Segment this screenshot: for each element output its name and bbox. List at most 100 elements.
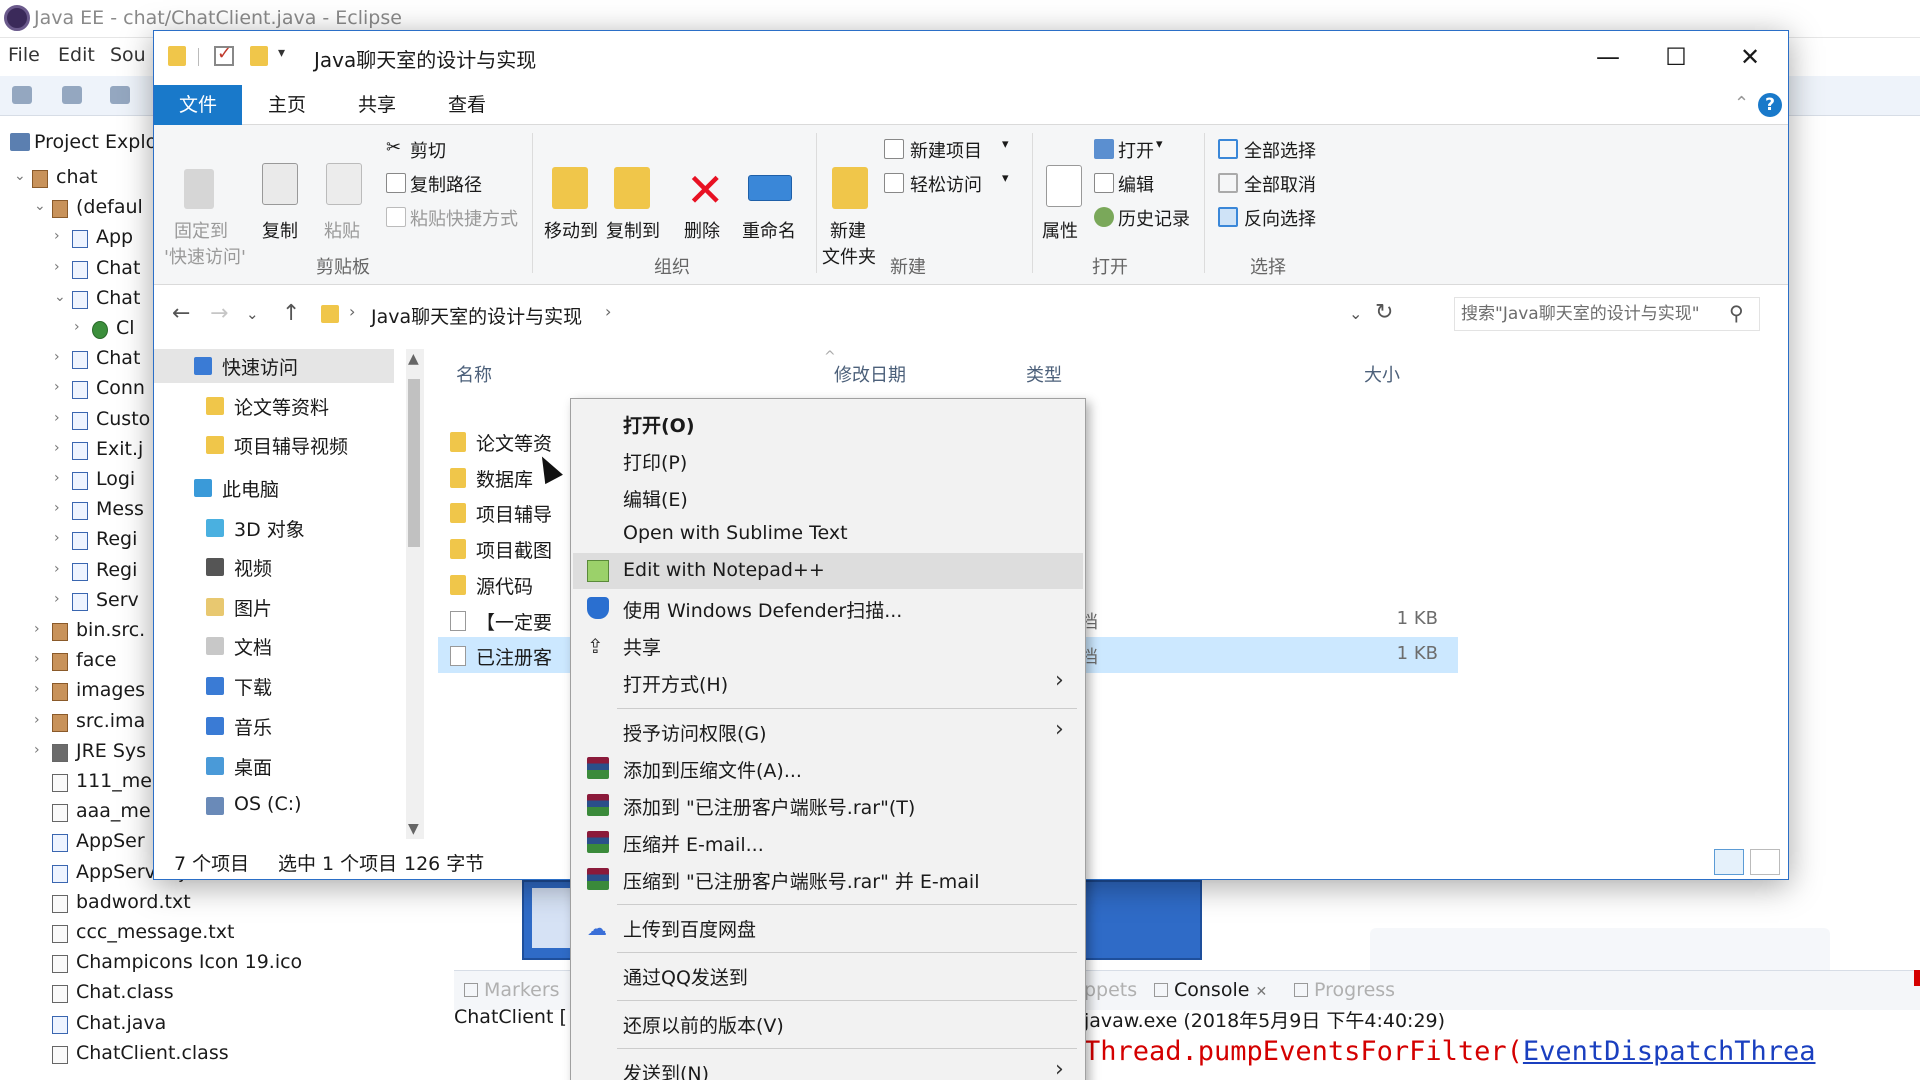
context-menu-item[interactable]: 添加到压缩文件(A)... <box>573 750 1083 786</box>
menu-source[interactable]: Sou <box>110 44 146 66</box>
context-menu-item[interactable]: 打印(P) <box>573 442 1083 478</box>
back-icon[interactable]: ← <box>172 301 190 326</box>
menu-edit[interactable]: Edit <box>58 44 95 66</box>
open-button[interactable]: 打开 <box>1118 137 1154 163</box>
column-size[interactable]: 大小 <box>1364 361 1400 387</box>
easy-access-button[interactable]: 轻松访问 <box>910 171 982 197</box>
open-dropdown-icon[interactable]: ▾ <box>1156 137 1163 152</box>
console-tab[interactable]: Console ✕ <box>1154 979 1267 1001</box>
quick-access-dropdown-icon[interactable]: ▾ <box>278 45 285 61</box>
breadcrumb-separator-icon[interactable]: › <box>349 302 355 321</box>
move-to-button[interactable]: 移动到 <box>544 217 598 243</box>
column-name[interactable]: 名称 <box>456 361 492 387</box>
tab-home[interactable]: 主页 <box>242 85 332 125</box>
context-menu-item[interactable]: 打开(O) <box>573 405 1083 441</box>
breadcrumb-separator-icon[interactable]: › <box>605 302 611 321</box>
expand-toggle-icon[interactable]: › <box>54 561 60 577</box>
scroll-up-icon[interactable]: ▲ <box>408 351 419 367</box>
context-menu-item[interactable]: 发送到(N) › <box>573 1053 1083 1080</box>
nav-item[interactable]: 桌面 <box>154 749 394 783</box>
nav-item[interactable]: 此电脑 <box>154 471 394 505</box>
expand-toggle-icon[interactable]: › <box>54 410 60 426</box>
select-none-button[interactable]: 全部取消 <box>1244 171 1316 197</box>
expand-toggle-icon[interactable]: ⌄ <box>34 198 46 214</box>
context-menu-item[interactable]: 编辑(E) <box>573 479 1083 515</box>
expand-toggle-icon[interactable]: › <box>54 470 60 486</box>
project-explorer-tab[interactable]: Project Explo <box>34 131 157 153</box>
column-modified[interactable]: 修改日期 <box>834 361 906 387</box>
copy-to-button[interactable]: 复制到 <box>606 217 660 243</box>
expand-toggle-icon[interactable]: › <box>54 440 60 456</box>
search-box[interactable]: ⚲ <box>1454 297 1760 331</box>
pin-to-quick-access-button[interactable]: 固定到 <box>174 217 228 243</box>
tab-share[interactable]: 共享 <box>332 85 422 125</box>
address-bar[interactable]: › Java聊天室的设计与实现 › ⌄ ↻ <box>316 297 1408 331</box>
expand-toggle-icon[interactable]: › <box>54 349 60 365</box>
nav-item[interactable]: 快速访问 <box>154 349 394 383</box>
context-menu-item[interactable]: 压缩并 E-mail... <box>573 824 1083 860</box>
rename-button[interactable]: 重命名 <box>742 217 796 243</box>
invert-selection-button[interactable]: 反向选择 <box>1244 205 1316 231</box>
context-menu-item[interactable]: Open with Sublime Text <box>573 516 1083 552</box>
scroll-down-icon[interactable]: ▼ <box>408 821 419 837</box>
history-button[interactable]: 历史记录 <box>1118 205 1190 231</box>
nav-item[interactable]: 论文等资料 <box>154 389 394 423</box>
paste-button[interactable]: 粘贴 <box>324 217 360 243</box>
address-dropdown-icon[interactable]: ⌄ <box>1349 304 1362 323</box>
cut-button[interactable]: 剪切 <box>410 137 446 163</box>
minimize-button[interactable]: — <box>1582 37 1634 77</box>
new-item-dropdown-icon[interactable]: ▾ <box>1002 137 1009 152</box>
menu-file[interactable]: File <box>8 44 40 66</box>
new-folder-button[interactable]: 新建 <box>830 217 866 243</box>
large-icons-view-icon[interactable] <box>1750 849 1780 875</box>
context-menu-item[interactable]: Edit with Notepad++ <box>573 553 1083 589</box>
stack-trace-link[interactable]: EventDispatchThrea <box>1523 1036 1816 1067</box>
context-menu-item[interactable]: 还原以前的版本(V) <box>573 1005 1083 1041</box>
expand-toggle-icon[interactable]: ⌄ <box>54 289 66 305</box>
new-item-button[interactable]: 新建项目 <box>910 137 982 163</box>
navigation-scrollbar[interactable]: ▲ ▼ <box>406 349 424 839</box>
expand-toggle-icon[interactable]: › <box>54 379 60 395</box>
edit-button[interactable]: 编辑 <box>1118 171 1154 197</box>
nav-item[interactable]: 3D 对象 <box>154 511 394 545</box>
forward-icon[interactable]: → <box>210 301 228 326</box>
nav-item[interactable]: 图片 <box>154 590 394 624</box>
nav-item[interactable]: 音乐 <box>154 709 394 743</box>
close-icon[interactable]: ✕ <box>1255 984 1267 1000</box>
nav-item[interactable]: 文档 <box>154 629 394 663</box>
search-input[interactable] <box>1461 300 1721 328</box>
select-all-button[interactable]: 全部选择 <box>1244 137 1316 163</box>
maximize-button[interactable]: ☐ <box>1650 37 1702 77</box>
properties-quick-icon[interactable] <box>214 43 234 66</box>
expand-toggle-icon[interactable]: › <box>34 712 40 728</box>
expand-toggle-icon[interactable]: › <box>74 319 80 335</box>
snippets-tab[interactable]: ppets <box>1084 979 1137 1001</box>
refresh-icon[interactable]: ↻ <box>1375 300 1393 325</box>
context-menu-item[interactable]: 添加到 "已注册客户端账号.rar"(T) <box>573 787 1083 823</box>
details-view-icon[interactable] <box>1714 849 1744 875</box>
expand-toggle-icon[interactable]: › <box>54 259 60 275</box>
expand-toggle-icon[interactable]: › <box>34 681 40 697</box>
easy-access-dropdown-icon[interactable]: ▾ <box>1002 171 1009 186</box>
column-type[interactable]: 类型 <box>1026 361 1062 387</box>
copy-button[interactable]: 复制 <box>262 217 298 243</box>
tab-view[interactable]: 查看 <box>422 85 512 125</box>
context-menu-item[interactable]: ☁ 上传到百度网盘 <box>573 909 1083 945</box>
expand-toggle-icon[interactable]: › <box>34 621 40 637</box>
expand-toggle-icon[interactable]: › <box>34 742 40 758</box>
nav-item[interactable]: 视频 <box>154 550 394 584</box>
nav-item[interactable]: OS (C:) <box>154 789 394 823</box>
print-icon[interactable] <box>110 86 130 104</box>
context-menu-item[interactable]: 打开方式(H) › <box>573 664 1083 700</box>
context-menu-item[interactable]: ⇪ 共享 <box>573 627 1083 663</box>
expand-toggle-icon[interactable]: › <box>54 530 60 546</box>
context-menu-item[interactable]: 授予访问权限(G) › <box>573 713 1083 749</box>
up-icon[interactable]: ↑ <box>282 301 300 326</box>
expand-toggle-icon[interactable]: › <box>54 228 60 244</box>
expand-toggle-icon[interactable]: ⌄ <box>14 168 26 184</box>
new-folder-quick-icon[interactable] <box>250 46 268 66</box>
expand-toggle-icon[interactable]: › <box>54 591 60 607</box>
new-icon[interactable] <box>12 86 32 104</box>
nav-item[interactable]: 项目辅导视频 <box>154 428 394 462</box>
delete-button[interactable]: 删除 <box>684 217 720 243</box>
